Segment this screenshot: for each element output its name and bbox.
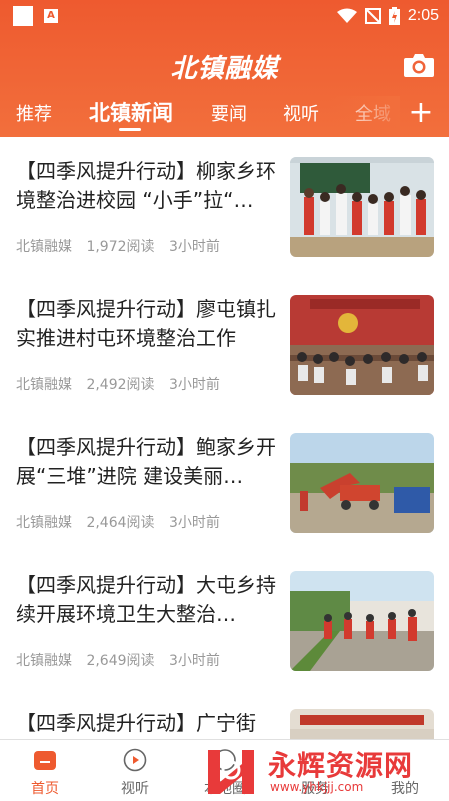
article-source: 北镇融媒 [16, 653, 72, 669]
status-bar: A 2:05 [0, 0, 449, 32]
article-item[interactable]: 【四季风提升行动】廖屯镇扎实推进村屯环境整治工作 北镇融媒 2,492阅读 3小… [0, 275, 449, 414]
no-signal-icon [364, 8, 381, 24]
add-channel-button[interactable]: + [402, 96, 440, 132]
watermark-title: 永辉资源网 [268, 749, 414, 782]
article-meta: 北镇融媒 2,649阅读 3小时前 [16, 650, 230, 670]
article-meta: 北镇融媒 2,492阅读 3小时前 [16, 374, 230, 394]
article-title: 【四季风提升行动】鲍家乡开展“三堆”进院 建设美丽… [16, 435, 276, 488]
article-time: 3小时前 [169, 377, 220, 393]
article-reads: 2,492阅读 [86, 377, 155, 393]
channel-tabs: 推荐 北镇新闻 要闻 视听 全域 + [0, 96, 449, 136]
article-time: 3小时前 [169, 653, 220, 669]
home-icon [34, 751, 56, 770]
camera-icon[interactable] [403, 52, 435, 78]
battery-icon [388, 7, 400, 25]
article-thumbnail [290, 571, 434, 671]
article-time: 3小时前 [169, 515, 220, 531]
tab-audio-video[interactable]: 视听 [283, 100, 319, 126]
article-source: 北镇融媒 [16, 515, 72, 531]
article-meta: 北镇融媒 1,972阅读 3小时前 [16, 236, 230, 256]
tab-recommend[interactable]: 推荐 [16, 100, 52, 126]
tab-fade [330, 96, 400, 134]
play-icon [123, 748, 147, 772]
article-thumbnail [290, 157, 434, 257]
notification-icon [13, 6, 33, 26]
nav-audio-video-label: 视听 [121, 781, 149, 797]
clock: 2:05 [407, 7, 439, 24]
nav-home-label: 首页 [31, 781, 59, 797]
article-meta: 北镇融媒 2,464阅读 3小时前 [16, 512, 230, 532]
article-reads: 2,464阅读 [86, 515, 155, 531]
keyboard-icon: A [44, 9, 58, 23]
watermark: 永辉资源网 www.yhkjjj.com [196, 740, 449, 800]
app-header: A 2:05 北镇融媒 推荐 北镇新闻 要闻 视听 全域 + [0, 0, 449, 137]
watermark-logo [208, 750, 254, 794]
article-reads: 2,649阅读 [86, 653, 155, 669]
article-title: 【四季风提升行动】廖屯镇扎实推进村屯环境整治工作 [16, 297, 276, 350]
tab-beizhen-news[interactable]: 北镇新闻 [89, 97, 173, 127]
article-title: 【四季风提升行动】广宁街 [16, 711, 256, 735]
article-reads: 1,972阅读 [86, 239, 155, 255]
article-time: 3小时前 [169, 239, 220, 255]
article-title: 【四季风提升行动】大屯乡持续开展环境卫生大整治… [16, 573, 276, 626]
active-tab-indicator [119, 128, 141, 131]
article-item[interactable]: 【四季风提升行动】大屯乡持续开展环境卫生大整治… 北镇融媒 2,649阅读 3小… [0, 551, 449, 690]
nav-home[interactable]: 首页 [10, 740, 80, 801]
watermark-url: www.yhkjjj.com [270, 780, 364, 794]
tab-headlines[interactable]: 要闻 [211, 100, 247, 126]
app-title: 北镇融媒 [170, 54, 279, 84]
nav-audio-video[interactable]: 视听 [100, 740, 170, 801]
article-item[interactable]: 【四季风提升行动】鲍家乡开展“三堆”进院 建设美丽… 北镇融媒 2,464阅读 … [0, 413, 449, 552]
article-thumbnail [290, 295, 434, 395]
article-thumbnail [290, 433, 434, 533]
article-source: 北镇融媒 [16, 377, 72, 393]
bottom-navigation: 首页 视听 本地圈 服务 我的 永辉资源网 www.yhkjjj.com [0, 739, 449, 801]
article-source: 北镇融媒 [16, 239, 72, 255]
article-title: 【四季风提升行动】柳家乡环境整治进校园 “小手”拉“… [16, 159, 276, 212]
wifi-icon [336, 8, 357, 23]
article-item[interactable]: 【四季风提升行动】柳家乡环境整治进校园 “小手”拉“… 北镇融媒 1,972阅读… [0, 137, 449, 276]
